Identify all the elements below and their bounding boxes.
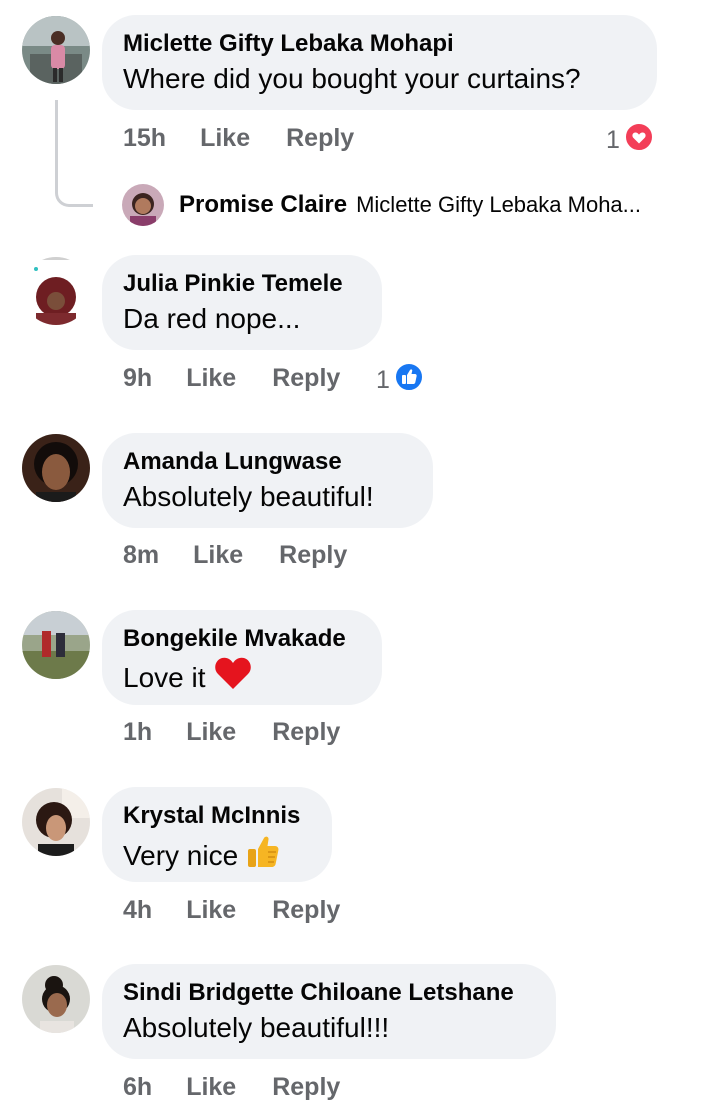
reply-text: Miclette Gifty Lebaka Moha...: [356, 192, 641, 217]
like-button[interactable]: Like: [186, 364, 236, 393]
comment-author[interactable]: Miclette Gifty Lebaka Mohapi: [123, 29, 635, 59]
comment-text-body: Absolutely beautiful!!!: [123, 1012, 390, 1043]
reaction-summary[interactable]: 1: [606, 122, 654, 159]
comment-bubble[interactable]: Julia Pinkie Temele Da red nope...: [102, 255, 382, 350]
thumbs-up-emoji: [246, 833, 280, 878]
love-icon: [623, 122, 654, 159]
red-heart-emoji: [214, 656, 252, 699]
like-button[interactable]: Like: [193, 541, 243, 570]
comment-author[interactable]: Sindi Bridgette Chiloane Letshane: [123, 978, 534, 1008]
comment-actions: 6h Like Reply: [123, 1073, 340, 1102]
comment-text-body: Love it: [123, 661, 206, 693]
comment-text-body: Where did you bought your curtains?: [123, 63, 581, 94]
comment-text: Love it: [123, 656, 360, 699]
comment-text-body: Very nice: [123, 839, 239, 871]
comment-actions: 4h Like Reply: [123, 896, 340, 925]
avatar[interactable]: [22, 965, 90, 1033]
reply-button[interactable]: Reply: [272, 896, 340, 925]
reaction-count: 1: [376, 366, 390, 394]
like-button[interactable]: Like: [186, 718, 236, 747]
comment-time[interactable]: 4h: [123, 896, 152, 925]
avatar[interactable]: [122, 184, 164, 226]
avatar[interactable]: [22, 257, 90, 325]
avatar[interactable]: [22, 434, 90, 502]
comment-bubble[interactable]: Sindi Bridgette Chiloane Letshane Absolu…: [102, 964, 556, 1059]
comment-text-body: Absolutely beautiful!: [123, 481, 374, 512]
reply-button[interactable]: Reply: [286, 124, 354, 153]
comment-author[interactable]: Krystal McInnis: [123, 801, 310, 831]
avatar[interactable]: [22, 788, 90, 856]
comment-text: Very nice: [123, 833, 310, 878]
comment-author[interactable]: Julia Pinkie Temele: [123, 269, 360, 299]
avatar[interactable]: [22, 16, 90, 84]
comment-text: Absolutely beautiful!!!: [123, 1010, 534, 1046]
comment-time[interactable]: 15h: [123, 124, 166, 153]
comment-text: Where did you bought your curtains?: [123, 61, 635, 97]
like-button[interactable]: Like: [186, 896, 236, 925]
comment-bubble[interactable]: Amanda Lungwase Absolutely beautiful!: [102, 433, 433, 528]
comment-text: Da red nope...: [123, 301, 360, 337]
reply-preview[interactable]: Promise Claire Miclette Gifty Lebaka Moh…: [122, 184, 641, 226]
comment-bubble[interactable]: Bongekile Mvakade Love it: [102, 610, 382, 705]
comment-actions: 15h Like Reply: [123, 124, 354, 153]
like-button[interactable]: Like: [186, 1073, 236, 1102]
comment-time[interactable]: 1h: [123, 718, 152, 747]
reply-button[interactable]: Reply: [272, 364, 340, 393]
comment-author[interactable]: Bongekile Mvakade: [123, 624, 360, 654]
reaction-count: 1: [606, 126, 620, 154]
avatar[interactable]: [22, 611, 90, 679]
comment-actions: 8m Like Reply: [123, 541, 347, 570]
comment-author[interactable]: Amanda Lungwase: [123, 447, 411, 477]
comment-actions: 9h Like Reply: [123, 364, 340, 393]
reaction-summary[interactable]: 1: [376, 362, 424, 399]
thread-connector: [55, 100, 93, 207]
comment-time[interactable]: 6h: [123, 1073, 152, 1102]
comment-text: Absolutely beautiful!: [123, 479, 411, 515]
comment-actions: 1h Like Reply: [123, 718, 340, 747]
comment-time[interactable]: 9h: [123, 364, 152, 393]
comment-text-body: Da red nope...: [123, 303, 301, 334]
comment-time[interactable]: 8m: [123, 541, 159, 570]
reply-button[interactable]: Reply: [279, 541, 347, 570]
comment-bubble[interactable]: Krystal McInnis Very nice: [102, 787, 332, 882]
reply-button[interactable]: Reply: [272, 1073, 340, 1102]
like-icon: [393, 362, 424, 399]
reply-author[interactable]: Promise Claire: [179, 191, 347, 219]
like-button[interactable]: Like: [200, 124, 250, 153]
reply-button[interactable]: Reply: [272, 718, 340, 747]
comment-bubble[interactable]: Miclette Gifty Lebaka Mohapi Where did y…: [102, 15, 657, 110]
